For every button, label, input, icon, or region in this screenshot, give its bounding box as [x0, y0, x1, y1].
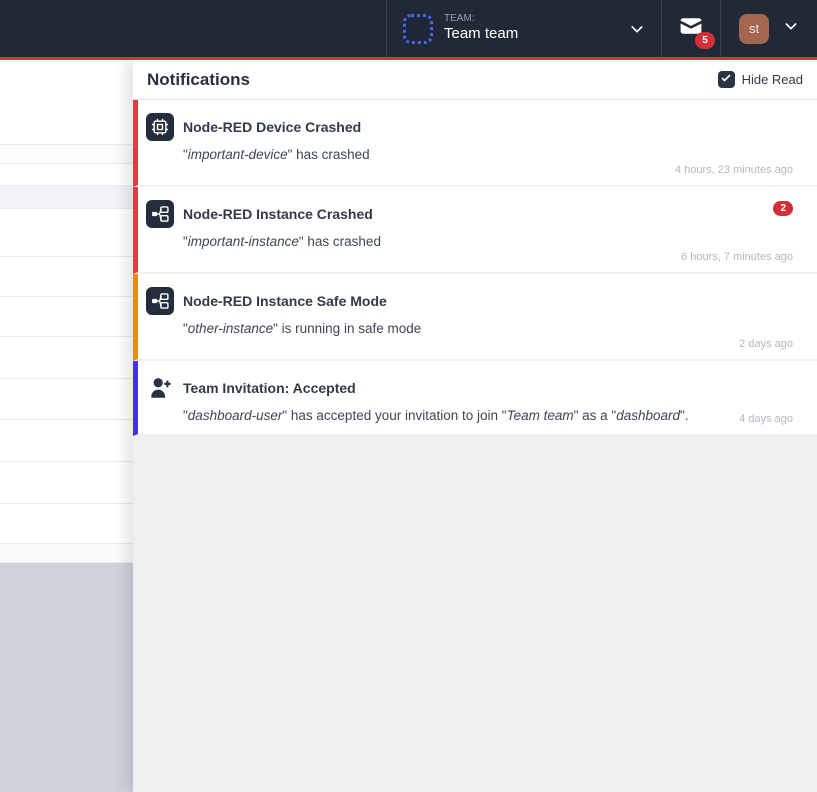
notification-header: Node-RED Instance Crashed 2: [146, 200, 793, 228]
notification-header: Node-RED Device Crashed: [146, 113, 793, 141]
notification-icon: [146, 200, 174, 228]
notification-title: Node-RED Instance Safe Mode: [183, 293, 387, 309]
notification-icon: [146, 287, 174, 315]
notification-message: "other-instance" is running in safe mode: [183, 321, 793, 336]
notification-header: Team Invitation: Accepted: [146, 374, 793, 402]
notification-count-badge: 2: [773, 201, 793, 216]
team-name: Team team: [444, 25, 518, 44]
top-navbar: TEAM: Team team 5 st: [0, 0, 817, 57]
background-page-row: [0, 543, 133, 562]
background-page-row: [0, 163, 133, 185]
background-page-row: [0, 185, 133, 208]
background-page-row: [0, 503, 133, 543]
background-page-row: [0, 378, 133, 419]
background-page-row: [0, 336, 133, 378]
notification-message: "important-device" has crashed: [183, 147, 793, 162]
user-menu-button[interactable]: st: [721, 0, 817, 57]
notification-header: Node-RED Instance Safe Mode: [146, 287, 793, 315]
notification-icon: [146, 374, 174, 402]
background-page-row: [0, 419, 133, 461]
background-page-row: [0, 60, 133, 144]
hide-read-label: Hide Read: [742, 72, 803, 87]
notification-list: Node-RED Device Crashed "important-devic…: [133, 100, 817, 436]
notification-title: Team Invitation: Accepted: [183, 380, 356, 396]
team-selector-dropdown[interactable]: TEAM: Team team: [386, 0, 662, 57]
user-avatar: st: [739, 14, 769, 44]
notifications-panel: Notifications Hide Read Node-RED Device …: [133, 60, 817, 792]
notification-item[interactable]: Team Invitation: Accepted "dashboard-use…: [133, 361, 817, 436]
background-page-footer-block: [0, 562, 133, 792]
notifications-panel-header: Notifications Hide Read: [133, 60, 817, 100]
background-page: [0, 60, 133, 792]
navbar-spacer: [0, 0, 386, 57]
team-label: TEAM:: [444, 13, 518, 26]
notification-icon: [146, 113, 174, 141]
chevron-down-icon: [783, 18, 799, 39]
check-icon: [720, 71, 732, 89]
background-page-row: [0, 256, 133, 296]
notification-title: Node-RED Instance Crashed: [183, 206, 373, 222]
notification-timestamp: 4 days ago: [739, 413, 793, 425]
notification-message: "dashboard-user" has accepted your invit…: [183, 408, 793, 423]
accent-divider-line: [0, 57, 817, 60]
background-page-row: [0, 208, 133, 256]
notification-timestamp: 6 hours, 7 minutes ago: [681, 251, 793, 263]
notification-item[interactable]: Node-RED Instance Crashed 2 "important-i…: [133, 187, 817, 274]
notifications-mail-button[interactable]: 5: [662, 0, 721, 57]
background-page-row: [0, 461, 133, 503]
team-avatar-identicon: [403, 14, 433, 44]
background-page-row: [0, 144, 133, 163]
notification-item[interactable]: Node-RED Instance Safe Mode "other-insta…: [133, 274, 817, 361]
hide-read-toggle[interactable]: Hide Read: [718, 71, 803, 88]
chevron-down-icon: [629, 21, 645, 37]
notification-timestamp: 4 hours, 23 minutes ago: [675, 164, 793, 176]
notification-timestamp: 2 days ago: [739, 338, 793, 350]
panel-title: Notifications: [147, 70, 250, 90]
background-page-row: [0, 296, 133, 336]
notification-message: "important-instance" has crashed: [183, 234, 793, 249]
unread-count-badge: 5: [695, 32, 715, 49]
notification-item[interactable]: Node-RED Device Crashed "important-devic…: [133, 100, 817, 187]
hide-read-checkbox[interactable]: [718, 71, 735, 88]
notification-title: Node-RED Device Crashed: [183, 119, 361, 135]
